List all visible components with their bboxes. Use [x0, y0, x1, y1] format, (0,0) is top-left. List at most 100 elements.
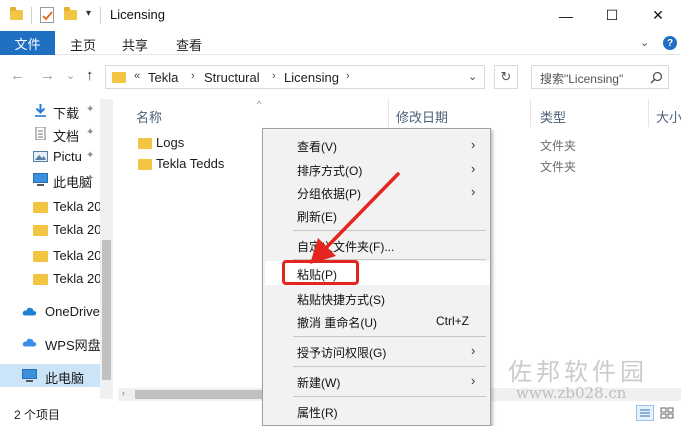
menu-item-properties[interactable]: 属性(R) — [265, 399, 490, 423]
column-separator[interactable] — [388, 99, 389, 127]
breadcrumb-tekla[interactable]: Tekla — [148, 70, 178, 85]
close-button[interactable]: ✕ — [635, 0, 681, 31]
chevron-right-icon[interactable]: › — [272, 70, 276, 82]
properties-icon[interactable] — [40, 7, 54, 23]
chevron-right-icon[interactable]: › — [346, 70, 350, 82]
watermark-text: 佐邦软件园 — [508, 358, 648, 386]
sort-ascending-icon: ^ — [257, 99, 262, 109]
minimize-button[interactable]: — — [543, 0, 589, 31]
pictures-icon — [33, 151, 48, 162]
navigation-scrollbar-thumb[interactable] — [102, 240, 111, 380]
search-input[interactable]: 搜索"Licensing" — [531, 65, 669, 89]
watermark-url: www.zb028.cn — [516, 384, 627, 402]
sidebar-item-onedrive[interactable]: OneDrive — [0, 300, 100, 323]
breadcrumb-licensing[interactable]: Licensing — [284, 70, 339, 85]
column-header-type[interactable]: 类型 — [540, 107, 566, 126]
menu-item-give-access[interactable]: 授予访问权限(G) › — [265, 339, 490, 363]
chevron-right-icon[interactable]: › — [191, 70, 195, 82]
sidebar-item-label: OneDrive — [45, 304, 100, 319]
file-type: 文件夹 — [540, 160, 577, 174]
ribbon-tabs: 文件 主页 共享 查看 ⌄ ? — [0, 31, 681, 55]
sidebar-item-label: Tekla 20 — [53, 248, 102, 263]
pin-icon[interactable]: ✦ — [86, 127, 94, 138]
breadcrumb-overflow[interactable]: « — [134, 70, 140, 82]
computer-icon — [33, 173, 48, 186]
chevron-right-icon: › — [471, 184, 476, 199]
sidebar-item-label: Tekla 20 — [53, 199, 102, 214]
details-view-icon[interactable] — [636, 405, 654, 421]
column-separator[interactable] — [530, 99, 531, 127]
sidebar-item-pictures[interactable]: Pictu ✦ — [0, 145, 100, 168]
sidebar-item-tekla-1[interactable]: Tekla 20 — [0, 195, 102, 218]
folder-icon — [138, 138, 152, 149]
column-header-name[interactable]: 名称 — [136, 107, 162, 126]
sidebar-item-label: 此电脑 — [45, 371, 85, 386]
scroll-left-icon[interactable]: ‹ — [122, 388, 125, 398]
download-icon — [35, 104, 46, 117]
sidebar-item-this-pc-pinned[interactable]: 此电脑 ✦ — [0, 168, 100, 191]
sidebar-item-label: WPS网盘 — [45, 338, 101, 353]
sidebar-item-label: 文档 — [53, 129, 80, 144]
forward-button[interactable]: → — [40, 67, 55, 84]
sidebar-item-label: Tekla 20 — [53, 222, 102, 237]
search-icon[interactable] — [650, 71, 663, 84]
tab-share[interactable]: 共享 — [122, 35, 148, 54]
file-name: Tekla Tedds — [156, 156, 225, 171]
toolbar-separator — [31, 7, 32, 24]
menu-separator — [293, 396, 486, 397]
menu-item-shortcut: Ctrl+Z — [436, 314, 469, 328]
sidebar-item-tekla-4[interactable]: Tekla 20 — [0, 267, 101, 290]
menu-item-undo-rename[interactable]: 撤消 重命名(U) Ctrl+Z — [265, 309, 490, 333]
title-separator — [100, 7, 101, 24]
menu-item-paste-shortcut[interactable]: 粘贴快捷方式(S) — [265, 286, 490, 310]
column-separator[interactable] — [648, 99, 649, 127]
refresh-button[interactable]: ↻ — [494, 65, 518, 89]
sidebar-item-tekla-2[interactable]: Tekla 20 — [0, 218, 102, 241]
ribbon-expand-icon[interactable]: ⌄ — [640, 36, 649, 49]
pin-icon[interactable]: ✦ — [86, 150, 94, 161]
large-icons-view-icon[interactable] — [658, 405, 676, 421]
maximize-button[interactable]: ☐ — [589, 0, 635, 31]
new-folder-icon[interactable] — [64, 7, 77, 20]
chevron-right-icon: › — [471, 373, 476, 388]
sidebar-item-label: Pictu — [53, 149, 82, 164]
folder-icon — [10, 7, 23, 20]
menu-item-new[interactable]: 新建(W) › — [265, 369, 490, 393]
help-icon[interactable]: ? — [663, 36, 677, 50]
menu-separator — [293, 336, 486, 337]
column-header-modified[interactable]: 修改日期 — [396, 107, 448, 126]
address-bar[interactable]: « Tekla › Structural › Licensing › ⌄ — [105, 65, 485, 89]
computer-icon — [22, 369, 37, 382]
column-header-size[interactable]: 大小 — [656, 107, 681, 126]
up-button[interactable]: ↑ — [86, 67, 94, 84]
sidebar-item-tekla-3[interactable]: Tekla 20 — [0, 244, 102, 267]
file-name: Logs — [156, 135, 185, 150]
folder-icon — [112, 72, 126, 83]
pin-icon[interactable]: ✦ — [86, 104, 94, 115]
back-button[interactable]: ← — [10, 67, 25, 84]
folder-icon — [33, 274, 48, 285]
tab-home[interactable]: 主页 — [70, 35, 96, 54]
sidebar-item-downloads[interactable]: 下载 ✦ — [0, 99, 100, 122]
tab-view[interactable]: 查看 — [176, 35, 202, 54]
sidebar-item-this-pc[interactable]: 此电脑 — [0, 364, 100, 387]
menu-item-view[interactable]: 查看(V) › — [265, 133, 490, 157]
annotation-arrow-icon — [310, 172, 400, 264]
recent-locations-button[interactable]: ⌄ — [66, 69, 75, 82]
folder-icon — [33, 251, 48, 262]
watermark: 佐邦软件园 www.zb028.cn — [508, 352, 681, 402]
search-placeholder: 搜索"Licensing" — [540, 72, 624, 86]
breadcrumb-structural[interactable]: Structural — [204, 70, 260, 85]
menu-item-label: 粘贴快捷方式(S) — [297, 293, 385, 307]
chevron-right-icon: › — [471, 161, 476, 176]
sidebar-item-wps-drive[interactable]: WPS网盘 — [0, 331, 101, 354]
address-dropdown-icon[interactable]: ⌄ — [468, 70, 477, 83]
pin-icon[interactable]: ✦ — [86, 173, 94, 184]
quick-access-dropdown[interactable]: ▾ — [86, 8, 91, 19]
menu-item-label: 授予访问权限(G) — [297, 346, 387, 360]
menu-item-label: 撤消 重命名(U) — [297, 316, 377, 330]
tab-file[interactable]: 文件 — [0, 31, 55, 55]
menu-separator — [293, 366, 486, 367]
chevron-right-icon: › — [471, 137, 476, 152]
sidebar-item-documents[interactable]: 文档 ✦ — [0, 122, 100, 145]
